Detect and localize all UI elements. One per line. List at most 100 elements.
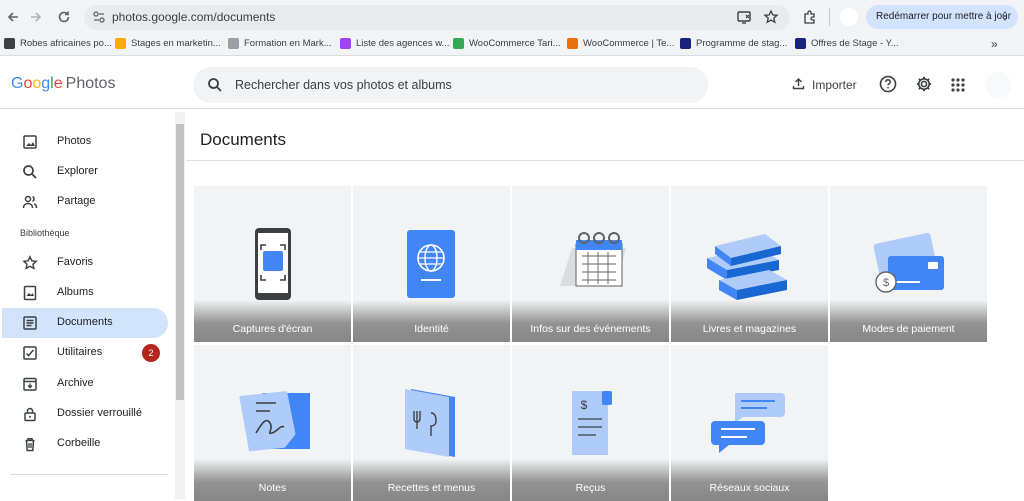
category-tile[interactable]: Réseaux sociaux — [671, 345, 828, 501]
tile-caption-overlay: Réseaux sociaux — [671, 459, 828, 501]
settings-gear-icon[interactable] — [915, 75, 935, 95]
bookmark-star-icon[interactable] — [763, 9, 779, 30]
sidebar-item-utilitaires[interactable]: Utilitaires 2 — [2, 338, 168, 368]
logo-letter: G — [11, 75, 24, 92]
address-bar[interactable]: photos.google.com/documents — [84, 5, 790, 30]
tile-caption-overlay: Identité — [353, 300, 510, 342]
search-placeholder: Rechercher dans vos photos et albums — [235, 78, 452, 92]
logo-letter: g — [41, 75, 51, 92]
trash-icon — [22, 436, 38, 452]
tile-caption-overlay: Livres et magazines — [671, 300, 828, 342]
restart-update-button[interactable]: Redémarrer pour mettre à jour ⋮ — [866, 5, 1018, 29]
category-tile[interactable]: Identité — [353, 186, 510, 342]
category-tile[interactable]: Captures d'écran — [194, 186, 351, 342]
category-tile[interactable]: Notes — [194, 345, 351, 501]
bookmark-item[interactable]: Programme de stag... — [680, 38, 787, 49]
sidebar-item-partage[interactable]: Partage — [2, 187, 168, 217]
lock-icon — [22, 406, 38, 422]
tile-label: Recettes et menus — [387, 482, 476, 494]
restart-label: Redémarrer pour mettre à jour — [876, 11, 1012, 22]
svg-text:$: $ — [883, 277, 889, 289]
archive-icon — [22, 376, 38, 392]
search-icon[interactable] — [207, 77, 223, 98]
sidebar-item-albums[interactable]: Albums — [2, 278, 168, 308]
reload-icon[interactable] — [54, 7, 74, 27]
profile-avatar[interactable] — [840, 8, 858, 26]
bookmark-item[interactable]: WooCommerce | Te... — [567, 38, 674, 49]
site-info-icon[interactable] — [92, 10, 106, 29]
bookmark-favicon-icon — [228, 38, 239, 49]
bookmark-item[interactable]: Stages en marketin... — [115, 38, 221, 49]
upload-icon — [792, 77, 805, 93]
tile-caption-overlay: Modes de paiement — [830, 300, 987, 342]
bookmark-item[interactable]: Offres de Stage - Y... — [795, 38, 899, 49]
import-button[interactable]: Importer — [792, 77, 857, 93]
tile-label: Captures d'écran — [232, 323, 313, 335]
utilities-icon — [22, 345, 38, 361]
tile-caption-overlay: Infos sur des événements — [512, 300, 669, 342]
logo-letter: e — [53, 75, 63, 92]
tile-caption-overlay: Reçus — [512, 459, 669, 501]
category-tile[interactable]: Livres et magazines — [671, 186, 828, 342]
photo-icon — [22, 134, 38, 150]
forward-icon[interactable] — [26, 7, 46, 27]
bookmark-label: Liste des agences w... — [356, 38, 450, 49]
bookmark-favicon-icon — [795, 38, 806, 49]
app-header: Google Photos Rechercher dans vos photos … — [0, 57, 1024, 109]
star-icon — [22, 255, 38, 271]
sidebar-item-label: Partage — [57, 195, 96, 207]
title-divider — [186, 160, 1024, 161]
tile-caption-overlay: Captures d'écran — [194, 300, 351, 342]
sidebar-item-explorer[interactable]: Explorer — [2, 157, 168, 187]
bookmark-label: Programme de stag... — [696, 38, 788, 49]
search-bar[interactable]: Rechercher dans vos photos et albums — [193, 67, 708, 103]
tile-label: Notes — [258, 482, 287, 494]
sidebar-item-label: Dossier verrouillé — [57, 407, 142, 419]
tile-label: Livres et magazines — [702, 323, 797, 335]
bookmark-label: WooCommerce Tari... — [469, 38, 561, 49]
bookmarks-bar: Robes africaines po... Stages en marketin… — [0, 34, 1024, 56]
scrollbar-thumb[interactable] — [176, 124, 184, 400]
category-tile[interactable]: Recettes et menus — [353, 345, 510, 501]
bookmark-label: Robes africaines po... — [20, 38, 112, 49]
sidebar-scrollbar[interactable] — [175, 112, 185, 499]
category-tile[interactable]: $ Reçus — [512, 345, 669, 501]
sidebar-item-label: Archive — [57, 377, 94, 389]
library-section-label: Bibliothèque — [20, 228, 70, 238]
bookmark-favicon-icon — [453, 38, 464, 49]
bookmark-favicon-icon — [340, 38, 351, 49]
sidebar-item-favoris[interactable]: Favoris — [2, 248, 168, 278]
bookmark-item[interactable]: Formation en Mark... — [228, 38, 332, 49]
sidebar-item-label: Albums — [57, 286, 94, 298]
back-icon[interactable] — [3, 7, 23, 27]
sidebar-item-label: Favoris — [57, 256, 94, 268]
bookmark-item[interactable]: WooCommerce Tari... — [453, 38, 561, 49]
extensions-icon[interactable] — [800, 7, 820, 27]
page-title: Documents — [200, 130, 286, 149]
toolbar-divider — [829, 8, 830, 26]
apps-grid-icon[interactable] — [950, 75, 970, 95]
bookmark-item[interactable]: Liste des agences w... — [340, 38, 449, 49]
sidebar-item-label: Utilitaires — [57, 346, 103, 358]
help-icon[interactable] — [879, 75, 899, 95]
tile-caption-overlay: Notes — [194, 459, 351, 501]
bookmark-label: Offres de Stage - Y... — [811, 38, 899, 49]
category-tile[interactable]: Infos sur des événements — [512, 186, 669, 342]
sidebar-item-dossier-verrouill-[interactable]: Dossier verrouillé — [2, 399, 168, 429]
browser-toolbar: photos.google.com/documents Redémarrer p… — [0, 0, 1024, 34]
sidebar-item-corbeille[interactable]: Corbeille — [2, 429, 168, 459]
sidebar-item-photos[interactable]: Photos — [2, 127, 168, 157]
google-photos-logo[interactable]: Google Photos — [11, 75, 115, 93]
url-text: photos.google.com/documents — [112, 10, 276, 24]
bookmarks-overflow-icon[interactable]: » — [991, 37, 998, 51]
tile-label: Infos sur des événements — [530, 323, 651, 335]
more-vert-icon[interactable]: ⋮ — [1000, 5, 1010, 29]
install-app-icon[interactable] — [736, 9, 752, 30]
bookmark-favicon-icon — [567, 38, 578, 49]
sidebar-item-archive[interactable]: Archive — [2, 369, 168, 399]
account-avatar[interactable] — [985, 72, 1011, 98]
bookmark-item[interactable]: Robes africaines po... — [4, 38, 112, 49]
tile-caption-overlay: Recettes et menus — [353, 459, 510, 501]
sidebar-item-documents[interactable]: Documents — [2, 308, 168, 338]
category-tile[interactable]: $ Modes de paiement — [830, 186, 987, 342]
